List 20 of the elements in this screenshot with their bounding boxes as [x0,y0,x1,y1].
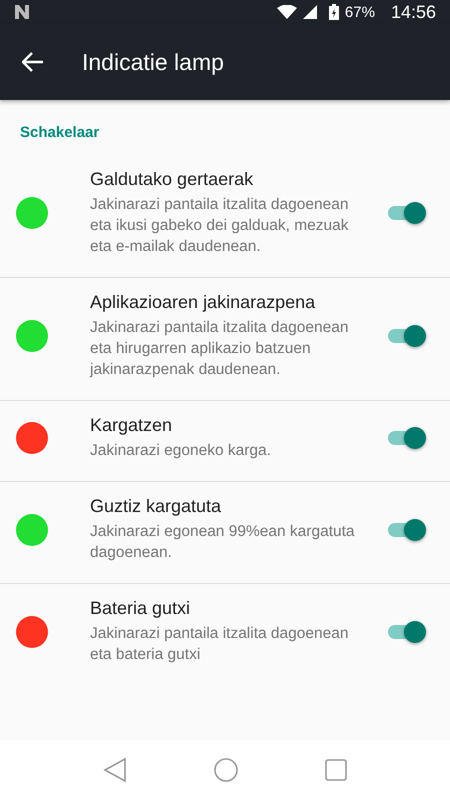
battery-icon [328,4,339,20]
setting-title: Aplikazioaren jakinarazpena [90,292,316,313]
signal-icon [302,5,317,19]
home-icon[interactable] [213,757,239,783]
setting-description: Jakinarazi egonean 99%ean kargatuta dagoenean. [90,522,356,563]
setting-description: Jakinarazi pantaila itzalita dagoenean eta hirugarren aplikazio batzuen jakinarazpenak daudenean. [90,318,350,380]
battery-level: 67% [344,4,375,20]
wifi-icon [276,5,297,19]
setting-title: Bateria gutxi [90,598,192,619]
setting-description: Jakinarazi egoneko karga. [90,441,272,461]
setting-title: Guztiz kargatuta [90,496,222,517]
setting-title: Galdutako gertaerak [90,169,254,190]
clock: 14:56 [390,2,436,22]
screen-title: Indicatie lamp [82,48,224,76]
recents-icon[interactable] [325,759,347,781]
notification-icon [14,5,30,19]
setting-description: Jakinarazi pantaila itzalita dagoenean eta ikusi gabeko dei galduak, mezuak eta e-mailak daudenean. [90,195,350,257]
setting-title: Kargatzen [90,415,174,436]
setting-description: Jakinarazi pantaila itzalita dagoenean eta bateria gutxi [90,624,350,665]
section-header: Schakelaar [19,123,100,141]
